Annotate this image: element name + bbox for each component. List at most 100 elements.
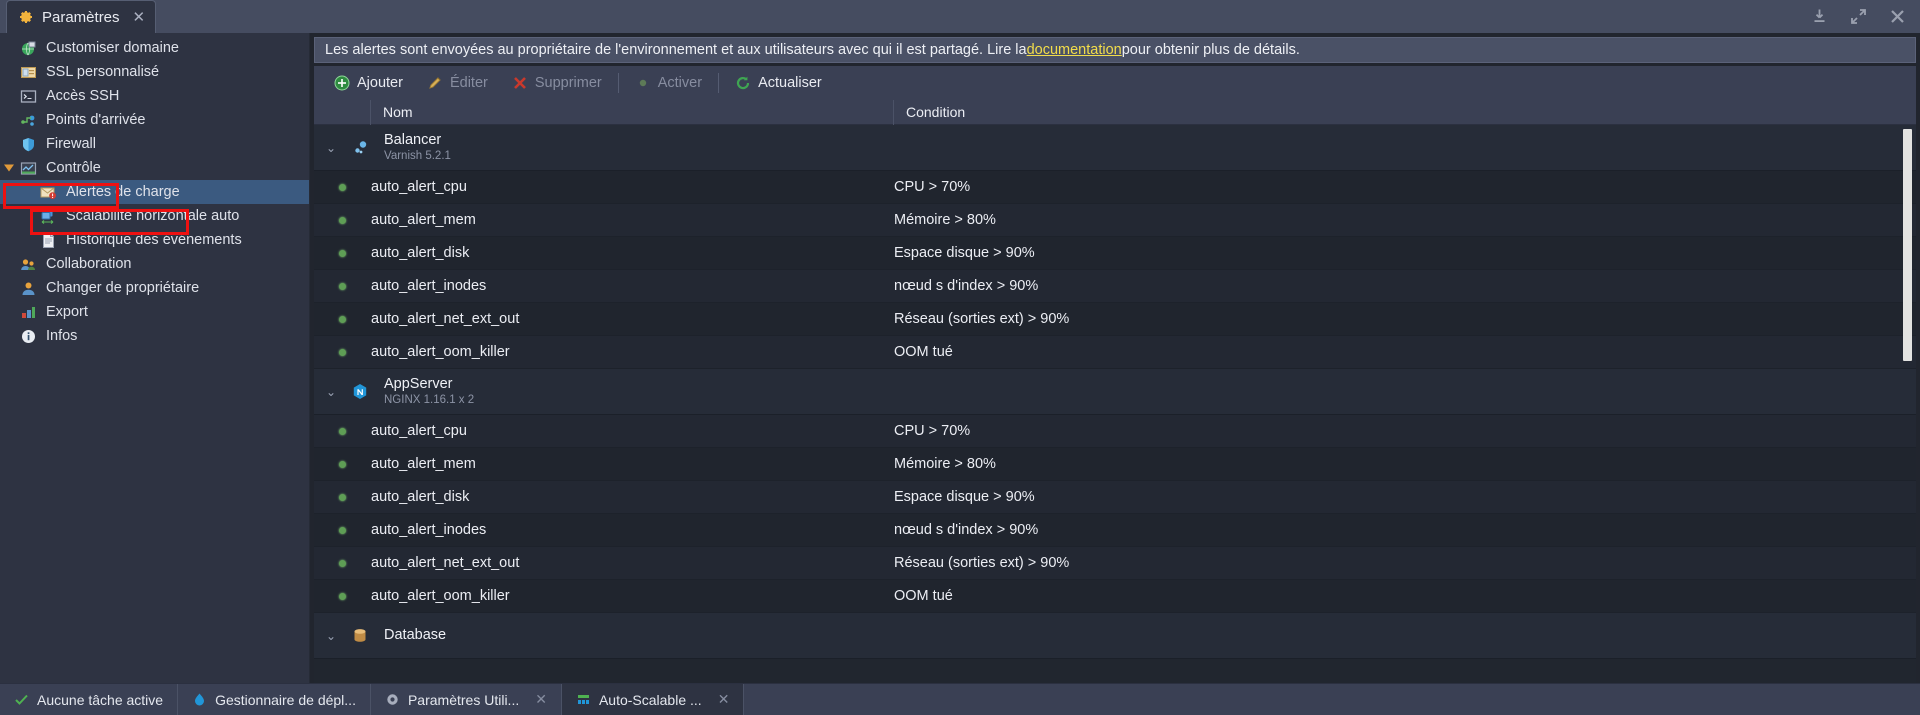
alert-name: auto_alert_inodes: [371, 278, 487, 294]
alert-name: auto_alert_oom_killer: [371, 588, 510, 604]
sidebar-item-infos[interactable]: Infos: [0, 324, 309, 348]
edit-button[interactable]: Éditer: [415, 66, 500, 100]
tab-close-icon[interactable]: ✕: [133, 10, 146, 25]
alert-condition: OOM tué: [894, 344, 953, 360]
nginx-icon: [348, 382, 372, 402]
sidebar-item-alertes-de-charge[interactable]: Alertes de charge: [0, 180, 309, 204]
status-dot-cell: [314, 216, 371, 224]
delete-icon: [512, 75, 528, 91]
alert-name: auto_alert_mem: [371, 456, 476, 472]
check-icon: [14, 692, 29, 707]
vertical-scrollbar-thumb[interactable]: [1903, 129, 1912, 361]
window-controls: [1811, 0, 1906, 33]
status-dot-icon: [339, 559, 346, 567]
certificate-icon: [20, 64, 37, 81]
sidebar-item-historique-des-evenements[interactable]: Historique des événements: [0, 228, 309, 252]
delete-button[interactable]: Supprimer: [500, 66, 614, 100]
table-row[interactable]: auto_alert_inodes nœud s d'index > 90%: [314, 270, 1916, 303]
sidebar-item-label: Firewall: [46, 136, 96, 152]
sidebar-item-label: Export: [46, 304, 88, 320]
sidebar-item-acces-ssh[interactable]: Accès SSH: [0, 84, 309, 108]
alert-name: auto_alert_net_ext_out: [371, 555, 520, 571]
delete-button-label: Supprimer: [534, 75, 602, 91]
sidebar-item-label: Points d'arrivée: [46, 112, 146, 128]
alert-name: auto_alert_cpu: [371, 179, 467, 195]
group-text: Balancer Varnish 5.2.1: [372, 132, 451, 163]
group-header-appserver[interactable]: ⌄ AppServer NGINX 1.16.1 x 2: [314, 369, 1916, 415]
sidebar-item-changer-de-proprietaire[interactable]: Changer de propriétaire: [0, 276, 309, 300]
table-body: ⌄ Balancer Varnish 5.2.1 auto_alert_cpu …: [314, 125, 1916, 683]
sidebar-item-ssl-personnalise[interactable]: SSL personnalisé: [0, 60, 309, 84]
group-header-balancer[interactable]: ⌄ Balancer Varnish 5.2.1: [314, 125, 1916, 171]
alerts-main-panel: Les alertes sont envoyées au propriétair…: [310, 33, 1920, 683]
tab-parametres[interactable]: Paramètres ✕: [6, 0, 157, 33]
window-tabstrip: Paramètres ✕: [0, 0, 1920, 33]
table-row[interactable]: auto_alert_cpu CPU > 70%: [314, 415, 1916, 448]
table-row[interactable]: auto_alert_oom_killer OOM tué: [314, 580, 1916, 613]
alerts-table: Nom Condition ⌄ Balancer Varnish 5.2.1 a…: [314, 99, 1916, 683]
status-dot-icon: [339, 183, 346, 191]
table-header-condition[interactable]: Condition: [894, 100, 1916, 125]
table-row[interactable]: auto_alert_disk Espace disque > 90%: [314, 237, 1916, 270]
status-dot-cell: [314, 183, 371, 191]
gear-icon: [385, 692, 400, 707]
refresh-button[interactable]: Actualiser: [723, 66, 834, 100]
documentation-link[interactable]: documentation: [1027, 42, 1122, 58]
enable-button[interactable]: Activer: [623, 66, 714, 100]
status-dot-cell: [314, 592, 371, 600]
mail-alert-icon: [40, 184, 57, 201]
alerts-toolbar: Ajouter Éditer Supprimer Activer Actuali…: [314, 66, 1916, 100]
alert-condition: nœud s d'index > 90%: [894, 278, 1039, 294]
add-button[interactable]: Ajouter: [322, 66, 415, 100]
table-row[interactable]: auto_alert_mem Mémoire > 80%: [314, 448, 1916, 481]
table-row[interactable]: auto_alert_net_ext_out Réseau (sorties e…: [314, 303, 1916, 336]
alert-name: auto_alert_net_ext_out: [371, 311, 520, 327]
alert-condition: Espace disque > 90%: [894, 245, 1035, 261]
alert-condition: nœud s d'index > 90%: [894, 522, 1039, 538]
taskbar-close-icon[interactable]: ✕: [718, 691, 730, 708]
sidebar-item-export[interactable]: Export: [0, 300, 309, 324]
maximize-icon[interactable]: [1850, 8, 1867, 25]
table-header: Nom Condition: [314, 99, 1916, 125]
chevron-down-icon[interactable]: ⌄: [314, 385, 348, 399]
alert-condition: CPU > 70%: [894, 179, 971, 195]
alert-name: auto_alert_disk: [371, 245, 470, 261]
sidebar-item-scalabilite-horizontale-auto[interactable]: Scalabilité horizontale auto: [0, 204, 309, 228]
group-header-database[interactable]: ⌄ Database: [314, 613, 1916, 659]
users-icon: [20, 256, 37, 273]
settings-sidebar: Customiser domaine SSL personnalisé Accè…: [0, 33, 310, 683]
table-row[interactable]: auto_alert_disk Espace disque > 90%: [314, 481, 1916, 514]
sidebar-item-firewall[interactable]: Firewall: [0, 132, 309, 156]
table-row[interactable]: auto_alert_oom_killer OOM tué: [314, 336, 1916, 369]
sidebar-item-controle[interactable]: Contrôle: [0, 156, 309, 180]
window-body: Customiser domaine SSL personnalisé Accè…: [0, 33, 1920, 683]
download-icon[interactable]: [1811, 8, 1828, 25]
grid-icon: [576, 692, 591, 707]
info-icon: [20, 328, 37, 345]
table-row[interactable]: auto_alert_cpu CPU > 70%: [314, 171, 1916, 204]
vertical-scrollbar-track[interactable]: [1903, 125, 1914, 683]
table-header-nom[interactable]: Nom: [371, 99, 894, 125]
sidebar-item-collaboration[interactable]: Collaboration: [0, 252, 309, 276]
sidebar-item-customiser-domaine[interactable]: Customiser domaine: [0, 36, 309, 60]
chevron-down-icon[interactable]: ⌄: [314, 141, 348, 155]
group-name: Balancer: [384, 132, 442, 148]
taskbar-close-icon[interactable]: ✕: [535, 691, 547, 708]
export-icon: [20, 304, 37, 321]
table-row[interactable]: auto_alert_mem Mémoire > 80%: [314, 204, 1916, 237]
sidebar-item-points-darrivee[interactable]: Points d'arrivée: [0, 108, 309, 132]
close-icon[interactable]: [1889, 8, 1906, 25]
refresh-icon: [735, 75, 751, 91]
taskbar-item-parametres-utilisateur[interactable]: Paramètres Utili... ✕: [371, 684, 562, 715]
table-row[interactable]: auto_alert_inodes nœud s d'index > 90%: [314, 514, 1916, 547]
taskbar-item-gestionnaire-de-deploiement[interactable]: Gestionnaire de dépl...: [178, 684, 371, 715]
taskbar-item-auto-scalable[interactable]: Auto-Scalable ... ✕: [561, 684, 745, 715]
taskbar-item-aucune-tache-active[interactable]: Aucune tâche active: [0, 684, 179, 715]
group-text: AppServer NGINX 1.16.1 x 2: [372, 376, 474, 407]
info-banner-text-after: pour obtenir plus de détails.: [1121, 42, 1300, 58]
chevron-down-icon[interactable]: ⌄: [314, 629, 348, 643]
table-row[interactable]: auto_alert_net_ext_out Réseau (sorties e…: [314, 547, 1916, 580]
chevron-down-icon[interactable]: [4, 164, 14, 172]
balancer-icon: [348, 138, 372, 158]
status-dot-cell: [314, 427, 371, 435]
